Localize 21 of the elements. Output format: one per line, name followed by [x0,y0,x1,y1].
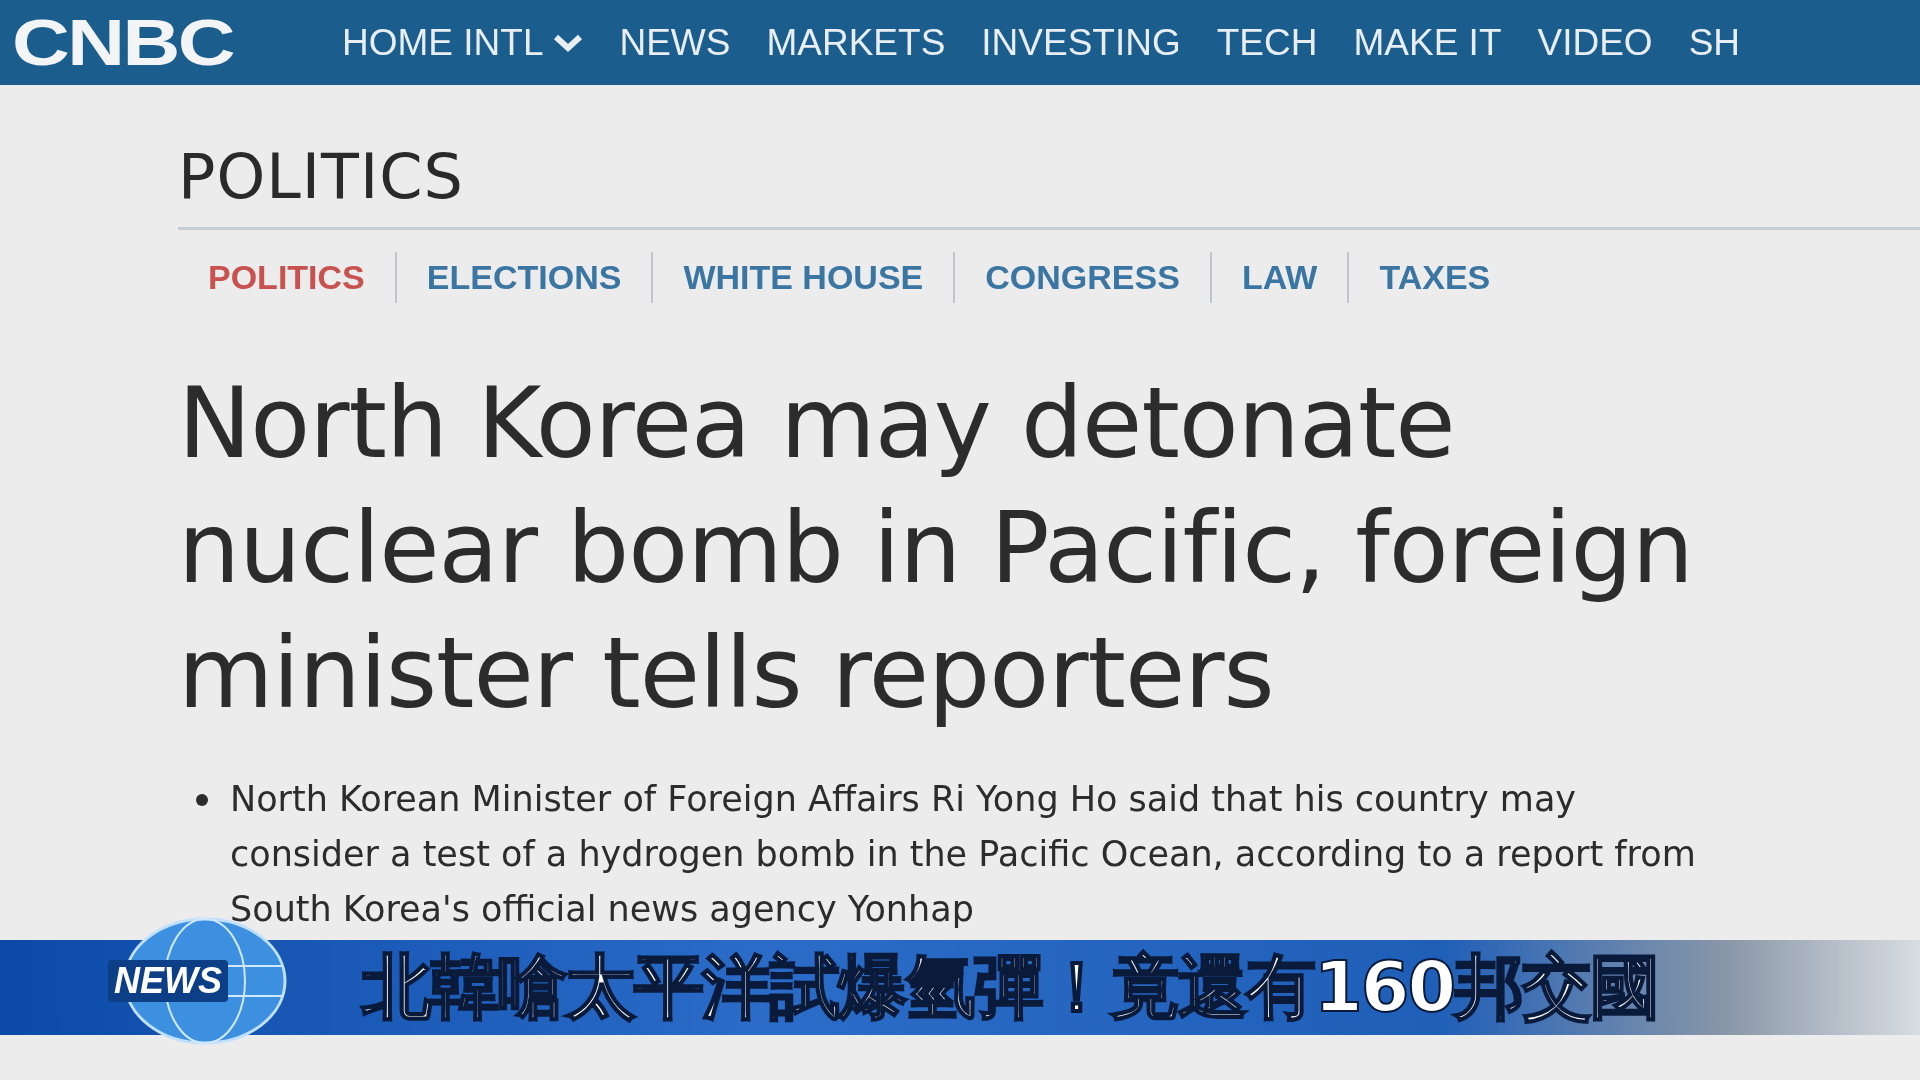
nav-link[interactable]: MARKETS [766,21,946,64]
nav-link[interactable]: SH [1688,21,1741,64]
nav-link[interactable]: TECH [1216,21,1318,64]
bullet-icon [196,794,208,806]
caption-text: 北韓嗆太平洋試爆氫彈！竟還有160邦交國 [362,944,1659,1030]
section-title: POLITICS [178,140,465,215]
nav-link[interactable]: HOME INTL [342,21,584,64]
section-tab[interactable]: CONGRESS [953,252,1210,303]
section-tab[interactable]: WHITE HOUSE [651,252,954,303]
section-tab[interactable]: ELECTIONS [394,252,652,303]
nav-link[interactable]: VIDEO [1537,21,1653,64]
site-logo[interactable]: CNBC [12,5,325,80]
summary-text: North Korean Minister of Foreign Affairs Ri Yong Ho said that his country may consider a test of a hydrogen bomb in the Pacific Ocean, according to a report from South Korea's official news agency Yonhap [230,778,1697,931]
section-tab[interactable]: POLITICS [178,252,395,303]
news-label: NEWS [108,960,228,1002]
article-headline: North Korea may detonate nuclear bomb in Pacific, foreign minister tells reporters [178,365,1694,732]
nav-link[interactable]: MAKE IT [1353,21,1502,64]
nav-link[interactable]: INVESTING [981,21,1181,64]
section-tab[interactable]: LAW [1209,252,1348,303]
nav-link[interactable]: NEWS [619,21,731,64]
section-tab[interactable]: TAXES [1347,252,1521,303]
